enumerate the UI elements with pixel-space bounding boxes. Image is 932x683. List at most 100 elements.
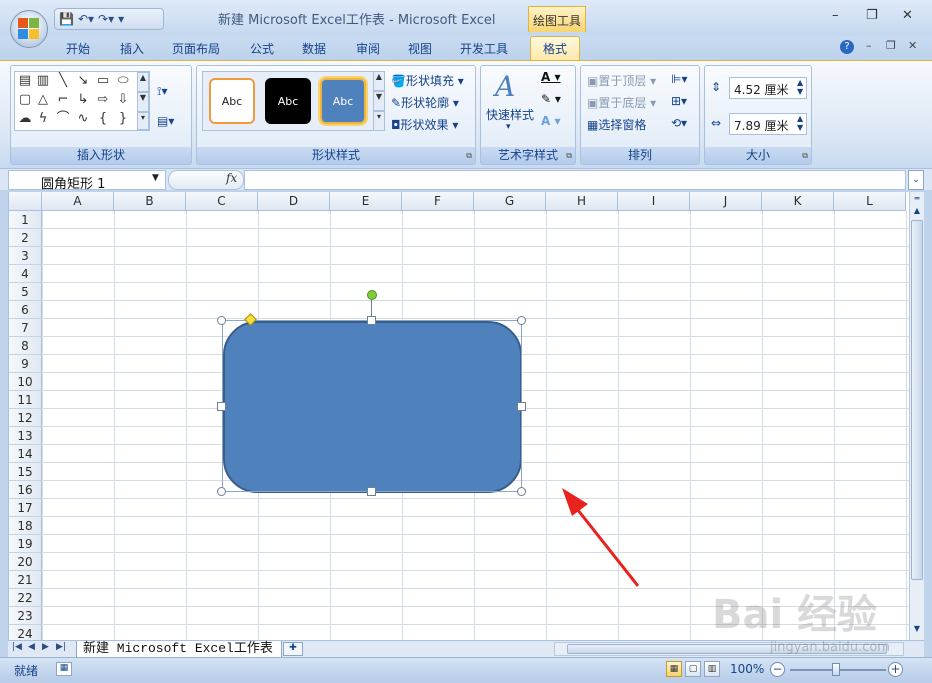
quick-styles-dropdown-icon[interactable]: ▾ — [506, 122, 511, 132]
row-header[interactable]: 12 — [9, 409, 42, 427]
worksheet-grid[interactable]: ABCDEFGHIJKL 1 2 3 4 5 6 7 8 9 10 11 12 13 14 15 16 17 18… — [8, 192, 909, 640]
insert-function-icon[interactable]: fx — [226, 171, 237, 185]
arc-icon[interactable]: ⌒ — [55, 112, 71, 126]
row-header[interactable]: 24 — [9, 625, 42, 640]
styles-scroll-down[interactable]: ▼ — [373, 91, 385, 111]
sheet-tab-1[interactable]: 新建 Microsoft Excel工作表 — [76, 641, 282, 658]
resize-handle-top[interactable] — [367, 316, 376, 325]
prev-sheet-icon[interactable]: ◀ — [28, 642, 35, 652]
quick-styles-button[interactable]: 快速样式 — [486, 106, 534, 123]
tab-insert[interactable]: 插入 — [120, 40, 144, 57]
close-button[interactable]: ✕ — [902, 8, 913, 23]
row-header[interactable]: 17 — [9, 499, 42, 517]
vertical-scroll-thumb[interactable] — [911, 220, 923, 580]
column-header[interactable]: L — [834, 192, 906, 211]
zoom-in-icon[interactable]: + — [888, 662, 903, 677]
zoom-out-icon[interactable]: − — [770, 662, 785, 677]
textbox-insert-icon[interactable]: ▤▾ — [157, 114, 174, 128]
row-header[interactable]: 9 — [9, 355, 42, 373]
vertical-scrollbar[interactable]: ═ ▲ ▼ — [909, 192, 924, 640]
page-layout-view-icon[interactable]: ▢ — [685, 661, 701, 677]
rectangle-icon[interactable]: ▭ — [95, 74, 111, 88]
textbox-icon[interactable]: ▤ — [17, 74, 33, 88]
triangle-icon[interactable]: △ — [35, 93, 51, 107]
text-effects-icon[interactable]: A ▾ — [541, 114, 561, 128]
styles-more[interactable]: ▾ — [373, 111, 385, 131]
height-spinner[interactable]: ▲ ▼ — [797, 78, 803, 96]
style-black-fill[interactable]: Abc — [265, 78, 311, 124]
name-box-dropdown-icon[interactable]: ▼ — [152, 173, 159, 183]
column-header[interactable]: E — [330, 192, 402, 211]
column-header[interactable]: B — [114, 192, 186, 211]
style-orange-outline[interactable]: Abc — [209, 78, 255, 124]
vertical-textbox-icon[interactable]: ▥ — [35, 74, 51, 88]
first-sheet-icon[interactable]: |◀ — [12, 642, 22, 652]
column-header[interactable]: G — [474, 192, 546, 211]
resize-handle-bottom-right[interactable] — [517, 487, 526, 496]
row-header[interactable]: 1 — [9, 211, 42, 229]
bring-to-front-button[interactable]: ▣置于顶层 ▾ — [587, 72, 656, 89]
row-header[interactable]: 14 — [9, 445, 42, 463]
rotation-handle[interactable] — [367, 290, 377, 300]
last-sheet-icon[interactable]: ▶| — [56, 642, 66, 652]
next-sheet-icon[interactable]: ▶ — [42, 642, 49, 652]
arrow-line-icon[interactable]: ↘ — [75, 74, 91, 88]
right-brace-icon[interactable]: } — [115, 112, 131, 126]
size-launcher-icon[interactable]: ⧉ — [802, 151, 808, 161]
elbow-arrow-icon[interactable]: ↳ — [75, 93, 91, 107]
row-header[interactable]: 20 — [9, 553, 42, 571]
rounded-rectangle-icon[interactable]: ▢ — [17, 93, 33, 107]
column-header[interactable]: F — [402, 192, 474, 211]
zoom-slider-thumb[interactable] — [832, 663, 840, 676]
customize-qat-icon[interactable]: ▾ — [118, 12, 124, 26]
workbook-restore-icon[interactable]: ❐ — [886, 39, 896, 52]
shapes-scroll-down[interactable]: ▼ — [137, 92, 149, 112]
maximize-button[interactable]: ❐ — [866, 8, 878, 23]
minimize-button[interactable]: – — [832, 8, 839, 23]
row-header[interactable]: 2 — [9, 229, 42, 247]
row-header[interactable]: 23 — [9, 607, 42, 625]
column-header[interactable]: J — [690, 192, 762, 211]
lightning-icon[interactable]: ϟ — [35, 112, 51, 126]
redo-icon[interactable]: ↷▾ — [98, 12, 114, 26]
row-header[interactable]: 19 — [9, 535, 42, 553]
tab-developer[interactable]: 开发工具 — [460, 40, 508, 57]
office-button[interactable] — [10, 10, 48, 48]
quick-styles-icon[interactable]: A — [495, 70, 515, 103]
resize-handle-bottom-left[interactable] — [217, 487, 226, 496]
shape-outline-button[interactable]: ✎形状轮廓 ▾ — [391, 94, 459, 111]
workbook-close-icon[interactable]: ✕ — [908, 39, 917, 52]
column-header[interactable]: H — [546, 192, 618, 211]
tab-page-layout[interactable]: 页面布局 — [172, 40, 220, 57]
select-all-corner[interactable] — [9, 192, 42, 211]
shape-fill-button[interactable]: 🪣形状填充 ▾ — [391, 72, 464, 89]
align-icon[interactable]: ⊫▾ — [671, 72, 687, 86]
group-icon[interactable]: ⊞▾ — [671, 94, 687, 108]
zoom-level[interactable]: 100% — [730, 662, 764, 676]
tab-data[interactable]: 数据 — [302, 40, 326, 57]
resize-handle-right[interactable] — [517, 402, 526, 411]
selection-pane-button[interactable]: ▦选择窗格 — [587, 116, 646, 133]
elbow-connector-icon[interactable]: ⌐ — [55, 93, 71, 107]
row-header[interactable]: 10 — [9, 373, 42, 391]
wordart-launcher-icon[interactable]: ⧉ — [566, 151, 572, 161]
text-outline-icon[interactable]: ✎ ▾ — [541, 92, 561, 106]
width-spinner[interactable]: ▲ ▼ — [797, 114, 803, 132]
row-header[interactable]: 5 — [9, 283, 42, 301]
row-header[interactable]: 21 — [9, 571, 42, 589]
text-fill-icon[interactable]: A ▾ — [541, 70, 561, 84]
column-header[interactable]: D — [258, 192, 330, 211]
scroll-up-icon[interactable]: ▲ — [911, 206, 923, 218]
page-break-view-icon[interactable]: ▥ — [704, 661, 720, 677]
resize-handle-top-right[interactable] — [517, 316, 526, 325]
row-header[interactable]: 11 — [9, 391, 42, 409]
workbook-minimize-icon[interactable]: – — [866, 39, 872, 52]
formula-input[interactable] — [244, 170, 906, 190]
right-arrow-icon[interactable]: ⇨ — [95, 93, 111, 107]
line-icon[interactable]: ╲ — [55, 74, 71, 88]
shape-styles-launcher-icon[interactable]: ⧉ — [466, 151, 472, 161]
column-header[interactable]: K — [762, 192, 834, 211]
rounded-rectangle-shape[interactable] — [223, 321, 522, 493]
shapes-gallery[interactable]: ▤ ▥ ╲ ↘ ▭ ⬭ ▢ △ ⌐ ↳ ⇨ ⇩ ☁ ϟ ⌒ ∿ { } ▲ ▼ … — [14, 71, 150, 131]
row-header[interactable]: 4 — [9, 265, 42, 283]
